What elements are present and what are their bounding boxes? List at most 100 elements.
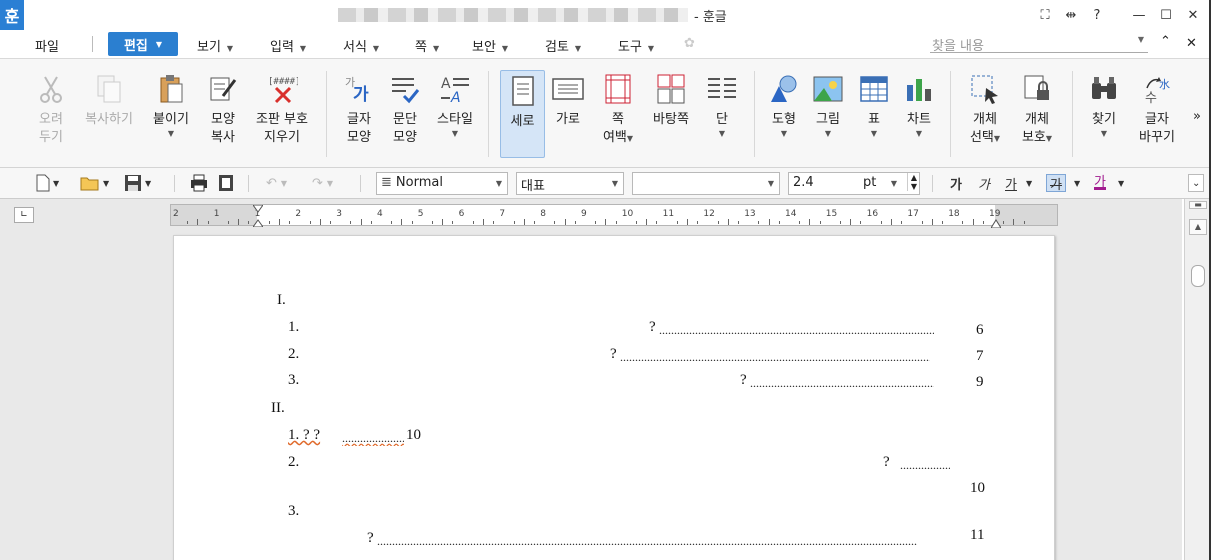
copy-button[interactable]: 복사하기	[80, 63, 138, 161]
menu-review[interactable]: 검토 ▼	[545, 36, 581, 55]
replace-button[interactable]: 수水 글자 바꾸기	[1132, 63, 1182, 161]
hangul-app-icon[interactable]: 훈	[0, 0, 24, 30]
font-name-select[interactable]: ▼	[632, 172, 780, 195]
chevron-down-icon[interactable]: ▼	[103, 179, 109, 188]
close-button[interactable]: ✕	[1182, 4, 1204, 26]
chevron-down-icon[interactable]: ▼	[1046, 134, 1052, 143]
chevron-down-icon[interactable]: ▼	[1118, 174, 1124, 192]
search-input[interactable]: 찾을 내용 ▼	[930, 35, 1148, 54]
chevron-down-icon[interactable]: ▼	[1082, 129, 1126, 138]
preview-icon[interactable]	[218, 174, 234, 192]
chevron-down-icon[interactable]: ▼	[702, 129, 742, 138]
para-shape-button[interactable]: 문단 모양	[384, 63, 426, 161]
paste-button[interactable]: 붙이기 ▼	[148, 63, 194, 161]
chevron-down-icon[interactable]: ▼	[1138, 35, 1144, 44]
font-size-field[interactable]: 2.4 pt ▼ ▲ ▼	[788, 172, 920, 195]
new-doc-icon[interactable]: ▼	[36, 174, 59, 192]
right-indent-marker-icon[interactable]	[990, 217, 1002, 229]
help-icon[interactable]: ?	[1086, 4, 1108, 26]
ruler-tick-mark	[758, 221, 760, 224]
toc-entry-text: 1. ? ?	[288, 427, 321, 443]
menu-edit-active[interactable]: 편집 ▼	[108, 32, 178, 56]
chevron-down-icon[interactable]: ▼	[1074, 174, 1080, 192]
chevron-down-icon[interactable]: ▼	[854, 129, 894, 138]
chevron-down-icon[interactable]: ▼	[1026, 174, 1032, 192]
object-select-button[interactable]: 개체 선택▼	[962, 63, 1008, 161]
horizontal-ruler[interactable]: 2 1 1 2 3 4 5 6 7 8 9 10 11 12 13 14 15 16 17 18 19	[170, 204, 1058, 229]
menu-file[interactable]: 파일	[35, 36, 59, 55]
menu-tools[interactable]: 도구 ▼	[618, 36, 654, 55]
chevron-down-icon[interactable]: ▼	[145, 179, 151, 188]
menu-format[interactable]: 서식 ▼	[343, 36, 379, 55]
split-view-icon[interactable]: ⇹	[1060, 4, 1082, 26]
chevron-down-icon[interactable]: ▼	[148, 129, 194, 138]
chevron-down-icon[interactable]: ▼	[430, 129, 480, 138]
ruler-tick-mark	[309, 221, 311, 224]
vertical-scrollbar[interactable]: ▬ ▲	[1184, 199, 1211, 560]
redo-icon[interactable]: ↷ ▼	[312, 174, 333, 192]
columns-button[interactable]: 단 ▼	[702, 63, 742, 161]
scroll-up-icon[interactable]: ▲	[1189, 219, 1207, 235]
ruler-tick-mark	[401, 219, 403, 225]
ribbon-more-button[interactable]: »	[1188, 109, 1206, 129]
menu-page[interactable]: 쪽 ▼	[415, 36, 439, 55]
menu-insert[interactable]: 입력 ▼	[270, 36, 306, 55]
italic-button[interactable]: 가	[978, 174, 990, 193]
style-button[interactable]: AA 스타일 ▼	[430, 63, 480, 161]
table-button[interactable]: 표 ▼	[854, 63, 894, 161]
undo-icon[interactable]: ↶ ▼	[266, 174, 287, 192]
chevron-down-icon[interactable]: ▼	[891, 179, 897, 188]
underline-button[interactable]: 가	[1005, 174, 1017, 193]
ruler-tick-mark	[370, 221, 372, 224]
save-icon[interactable]: ▼	[124, 174, 151, 192]
chevron-down-icon: ▼	[501, 44, 509, 53]
bold-button[interactable]: 가	[950, 174, 962, 193]
chevron-down-icon: ▼	[611, 179, 618, 188]
menu-security[interactable]: 보안 ▼	[472, 36, 508, 55]
chevron-down-icon[interactable]: ▼	[994, 134, 1000, 143]
shape-button[interactable]: 도형 ▼	[764, 63, 804, 161]
clear-marks-label-1: 조판 부호	[256, 112, 308, 127]
indent-marker-icon[interactable]	[252, 204, 264, 228]
maximize-button[interactable]: ☐	[1155, 4, 1177, 26]
clear-marks-button[interactable]: [####] 조판 부호 지우기	[250, 63, 314, 161]
minimize-button[interactable]: —	[1128, 4, 1150, 26]
object-protect-button[interactable]: 개체 보호▼	[1014, 63, 1060, 161]
scroll-thumb[interactable]	[1191, 265, 1205, 287]
size-stepper-icon[interactable]: ▲ ▼	[906, 173, 917, 191]
open-folder-icon[interactable]: ▼	[80, 174, 109, 192]
chevron-down-icon[interactable]: ▼	[627, 134, 633, 143]
char-shape-button[interactable]: 가가 글자 모양	[338, 63, 380, 161]
format-copy-button[interactable]: 모양 복사	[200, 63, 246, 161]
landscape-button[interactable]: 가로	[548, 63, 588, 161]
chevron-down-icon[interactable]: ▼	[53, 179, 59, 188]
chevron-down-icon[interactable]: ▼	[281, 179, 287, 188]
portrait-button[interactable]: 세로	[500, 70, 545, 158]
split-handle-icon[interactable]: ▬	[1189, 201, 1207, 209]
find-button[interactable]: 찾기 ▼	[1082, 63, 1126, 161]
cut-button[interactable]: 오려 두기	[28, 63, 74, 161]
toolbar-expand-icon[interactable]: ⌄	[1188, 174, 1205, 192]
print-icon[interactable]	[190, 174, 208, 192]
chevron-down-icon[interactable]: ▼	[764, 129, 804, 138]
collapse-ribbon-icon[interactable]: ⌃	[1160, 34, 1171, 49]
page-margin-button[interactable]: 쪽 여백▼	[596, 63, 640, 161]
close-doc-icon[interactable]: ✕	[1186, 36, 1197, 51]
background-page-button[interactable]: 바탕쪽	[648, 63, 694, 161]
chart-label: 차트	[907, 112, 931, 127]
chevron-down-icon[interactable]: ▼	[808, 129, 848, 138]
fullscreen-icon[interactable]: ⛶	[1034, 4, 1056, 26]
picture-button[interactable]: 그림 ▼	[808, 63, 848, 161]
style-select[interactable]: ≣ Normal ▼	[376, 172, 508, 195]
chevron-down-icon[interactable]: ▼	[898, 129, 940, 138]
ruler-tick-mark	[350, 221, 352, 224]
chart-button[interactable]: 차트 ▼	[898, 63, 940, 161]
toc-leader: ........................................…	[750, 376, 934, 390]
chevron-down-icon[interactable]: ▼	[327, 179, 333, 188]
strike-button[interactable]: 가	[1046, 174, 1066, 193]
tab-type-icon[interactable]: ∟	[14, 207, 34, 223]
document-page[interactable]: I. 1. ? ................................…	[173, 235, 1055, 560]
text-color-button[interactable]: 가	[1094, 174, 1106, 190]
font-language-select[interactable]: 대표 ▼	[516, 172, 624, 195]
menu-view[interactable]: 보기 ▼	[197, 36, 233, 55]
